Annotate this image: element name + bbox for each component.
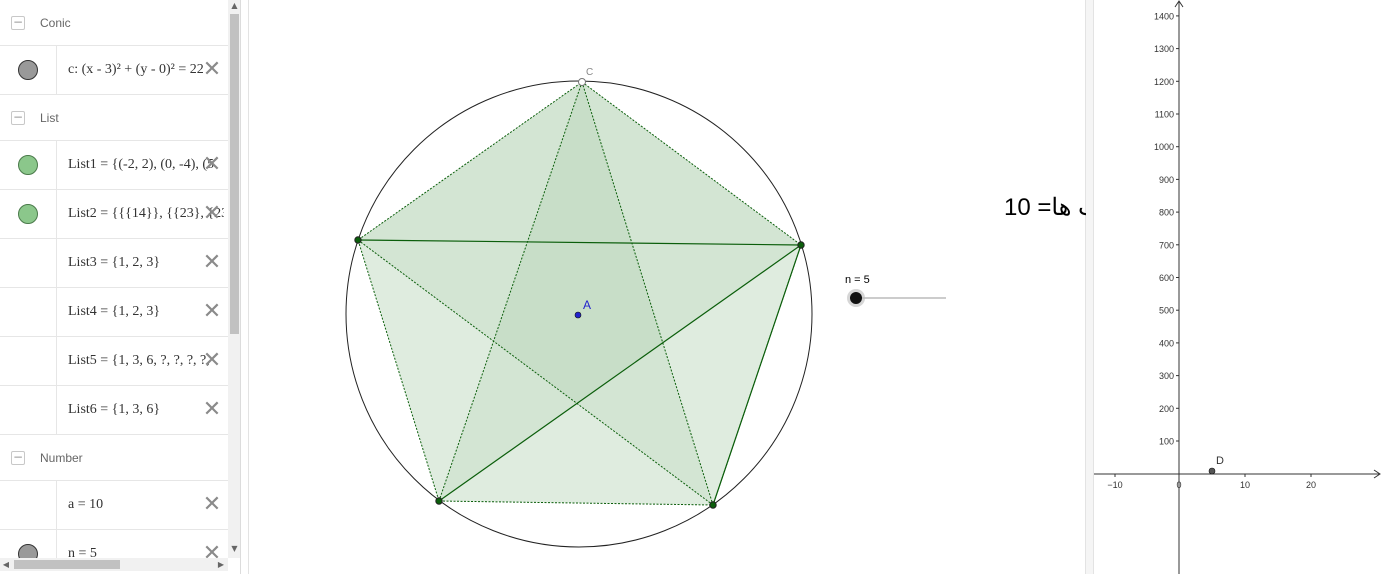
marble-cell[interactable] <box>0 386 57 434</box>
visibility-toggle-icon[interactable] <box>18 544 38 558</box>
y-tick-label: 900 <box>1159 175 1174 185</box>
scroll-right-icon[interactable]: ▶ <box>215 558 227 571</box>
algebra-view: − Conic c: (x - 3)² + (y - 0)² = 22 ✕ − List L… <box>0 0 241 574</box>
group-header-number[interactable]: − Number <box>0 435 228 481</box>
vertical-scroll-thumb[interactable] <box>230 14 239 334</box>
algebra-expression[interactable]: List6 = {1, 3, 6} <box>68 402 160 418</box>
y-tick-label: 400 <box>1159 338 1174 348</box>
group-label: List <box>40 110 59 125</box>
graphics-view-2[interactable]: 100 200 300 400 500 600 700 800 900 1000 1100 1200 1… <box>1093 0 1382 574</box>
algebra-expression[interactable]: List3 = {1, 2, 3} <box>68 255 160 271</box>
visibility-toggle-icon[interactable] <box>18 204 38 224</box>
point-label-a: A <box>583 298 591 312</box>
group-header-list[interactable]: − List <box>0 95 228 141</box>
algebra-expression[interactable]: List2 = {{{14}}, {{23}, {23, <box>68 206 224 222</box>
x-tick-label: 10 <box>1240 480 1250 490</box>
algebra-expression[interactable]: n = 5 <box>68 546 97 558</box>
delete-icon[interactable]: ✕ <box>202 350 222 372</box>
group-header-conic[interactable]: − Conic <box>0 0 228 46</box>
slider-handle[interactable] <box>850 292 862 304</box>
point-d[interactable] <box>1208 467 1216 475</box>
visibility-toggle-icon[interactable] <box>18 60 38 80</box>
view-divider[interactable] <box>1086 0 1093 574</box>
delete-icon[interactable]: ✕ <box>202 154 222 176</box>
y-tick-label: 800 <box>1159 208 1174 218</box>
y-tick-label: 100 <box>1159 437 1174 447</box>
y-tick-label: 300 <box>1159 371 1174 381</box>
delete-icon[interactable]: ✕ <box>202 301 222 323</box>
algebra-row[interactable]: List1 = {(-2, 2), (0, -4), (5 ✕ <box>0 141 228 190</box>
vertex-point-bottom-right[interactable] <box>709 501 717 509</box>
algebra-row[interactable]: a = 10 ✕ <box>0 481 228 530</box>
scroll-up-icon[interactable]: ▲ <box>228 0 240 12</box>
delete-icon[interactable]: ✕ <box>202 59 222 81</box>
y-tick-label: 200 <box>1159 404 1174 414</box>
x-tick-label: 20 <box>1306 480 1316 490</box>
horizontal-scroll-thumb[interactable] <box>14 560 120 569</box>
scroll-down-icon[interactable]: ▼ <box>228 543 240 555</box>
algebra-expression[interactable]: List5 = {1, 3, 6, ?, ?, ?, ?, <box>68 353 210 369</box>
collapse-icon[interactable]: − <box>11 450 25 465</box>
delete-icon[interactable]: ✕ <box>202 203 222 225</box>
collapse-icon[interactable]: − <box>11 110 25 125</box>
center-point-a[interactable] <box>574 311 582 319</box>
scroll-left-icon[interactable]: ◀ <box>0 558 12 571</box>
axes-canvas[interactable]: 1002003004005006007008009001000110012001… <box>1094 0 1382 574</box>
x-tick-label: −10 <box>1107 480 1122 490</box>
marble-cell[interactable] <box>0 239 57 287</box>
algebra-row[interactable]: List2 = {{{14}}, {{23}, {23, ✕ <box>0 190 228 239</box>
delete-icon[interactable]: ✕ <box>202 252 222 274</box>
marble-cell[interactable] <box>0 481 57 529</box>
y-tick-label: 500 <box>1159 306 1174 316</box>
point-label-d: D <box>1216 455 1224 467</box>
marble-cell[interactable] <box>0 530 57 558</box>
vertex-point-left[interactable] <box>354 236 362 244</box>
point-label-c: C <box>586 67 593 78</box>
geometry-canvas[interactable]: C A تعداد مثلث ها= 10 n = 5 <box>249 0 1185 574</box>
group-label: Number <box>40 450 83 465</box>
vertex-point-right[interactable] <box>797 241 805 249</box>
algebra-expression[interactable]: List4 = {1, 2, 3} <box>68 304 160 320</box>
marble-cell[interactable] <box>0 46 57 94</box>
collapse-icon[interactable]: − <box>11 15 25 30</box>
algebra-expression[interactable]: c: (x - 3)² + (y - 0)² = 22 <box>68 62 204 78</box>
y-tick-label: 1300 <box>1154 44 1174 54</box>
graphics-view-1[interactable]: C A تعداد مثلث ها= 10 n = 5 <box>248 0 1185 574</box>
algebra-row[interactable]: List6 = {1, 3, 6} ✕ <box>0 386 228 435</box>
marble-cell[interactable] <box>0 190 57 238</box>
horizontal-scrollbar[interactable]: ◀ ▶ <box>0 558 228 571</box>
group-label: Conic <box>40 15 71 30</box>
algebra-row[interactable]: List4 = {1, 2, 3} ✕ <box>0 288 228 337</box>
y-tick-label: 700 <box>1159 240 1174 250</box>
y-tick-label: 1200 <box>1154 77 1174 87</box>
y-tick-label: 1000 <box>1154 142 1174 152</box>
delete-icon[interactable]: ✕ <box>202 543 222 559</box>
marble-cell[interactable] <box>0 337 57 385</box>
x-tick-group: −10 0 10 20 <box>1107 474 1316 490</box>
y-tick-label: 1100 <box>1155 110 1174 120</box>
algebra-list: − Conic c: (x - 3)² + (y - 0)² = 22 ✕ − List L… <box>0 0 228 558</box>
algebra-expression[interactable]: List1 = {(-2, 2), (0, -4), (5 <box>68 157 214 173</box>
y-tick-label: 1400 <box>1154 11 1174 21</box>
delete-icon[interactable]: ✕ <box>202 494 222 516</box>
marble-cell[interactable] <box>0 288 57 336</box>
delete-icon[interactable]: ✕ <box>202 399 222 421</box>
slider-label: n = 5 <box>845 274 870 286</box>
algebra-row[interactable]: List5 = {1, 3, 6, ?, ?, ?, ?, ✕ <box>0 337 228 386</box>
algebra-row[interactable]: c: (x - 3)² + (y - 0)² = 22 ✕ <box>0 46 228 95</box>
algebra-row[interactable]: List3 = {1, 2, 3} ✕ <box>0 239 228 288</box>
vertex-point-top[interactable] <box>578 78 586 86</box>
triangle-count-text[interactable]: تعداد مثلث ها= 10 <box>1004 194 1185 221</box>
visibility-toggle-icon[interactable] <box>18 155 38 175</box>
vertex-point-bottom-left[interactable] <box>435 497 443 505</box>
y-tick-group: 100 200 300 400 500 600 700 800 900 1000 1100 1200 1… <box>1154 11 1179 447</box>
algebra-row[interactable]: n = 5 ✕ <box>0 530 228 558</box>
y-tick-label: 600 <box>1159 273 1174 283</box>
vertical-scrollbar[interactable]: ▲ ▼ <box>228 0 240 558</box>
x-tick-label: 0 <box>1176 480 1181 490</box>
algebra-expression[interactable]: a = 10 <box>68 497 103 513</box>
geogebra-app: − Conic c: (x - 3)² + (y - 0)² = 22 ✕ − List L… <box>0 0 1382 574</box>
marble-cell[interactable] <box>0 141 57 189</box>
